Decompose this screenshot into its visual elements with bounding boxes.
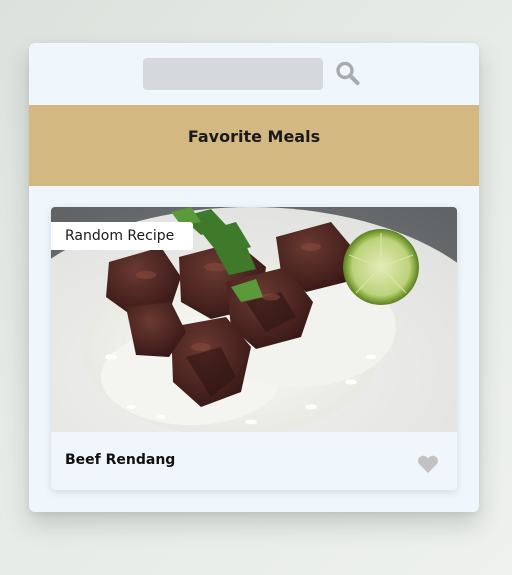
search-input[interactable] bbox=[143, 58, 323, 90]
meal-card: Random Recipe Beef Rendang bbox=[51, 207, 457, 490]
meal-name: Beef Rendang bbox=[65, 452, 176, 468]
favorite-button[interactable] bbox=[417, 454, 439, 474]
heart-icon bbox=[418, 455, 438, 473]
favorite-meals-section: Favorite Meals bbox=[29, 105, 479, 186]
search-header bbox=[29, 43, 479, 105]
search-button[interactable] bbox=[333, 59, 363, 89]
search-icon bbox=[336, 61, 360, 86]
meal-body: Beef Rendang bbox=[51, 432, 457, 490]
random-recipe-tag: Random Recipe bbox=[51, 222, 193, 250]
favorite-meals-title: Favorite Meals bbox=[187, 127, 321, 146]
meal-app: Favorite Meals Random Recipe Beef Rendan… bbox=[29, 43, 479, 512]
